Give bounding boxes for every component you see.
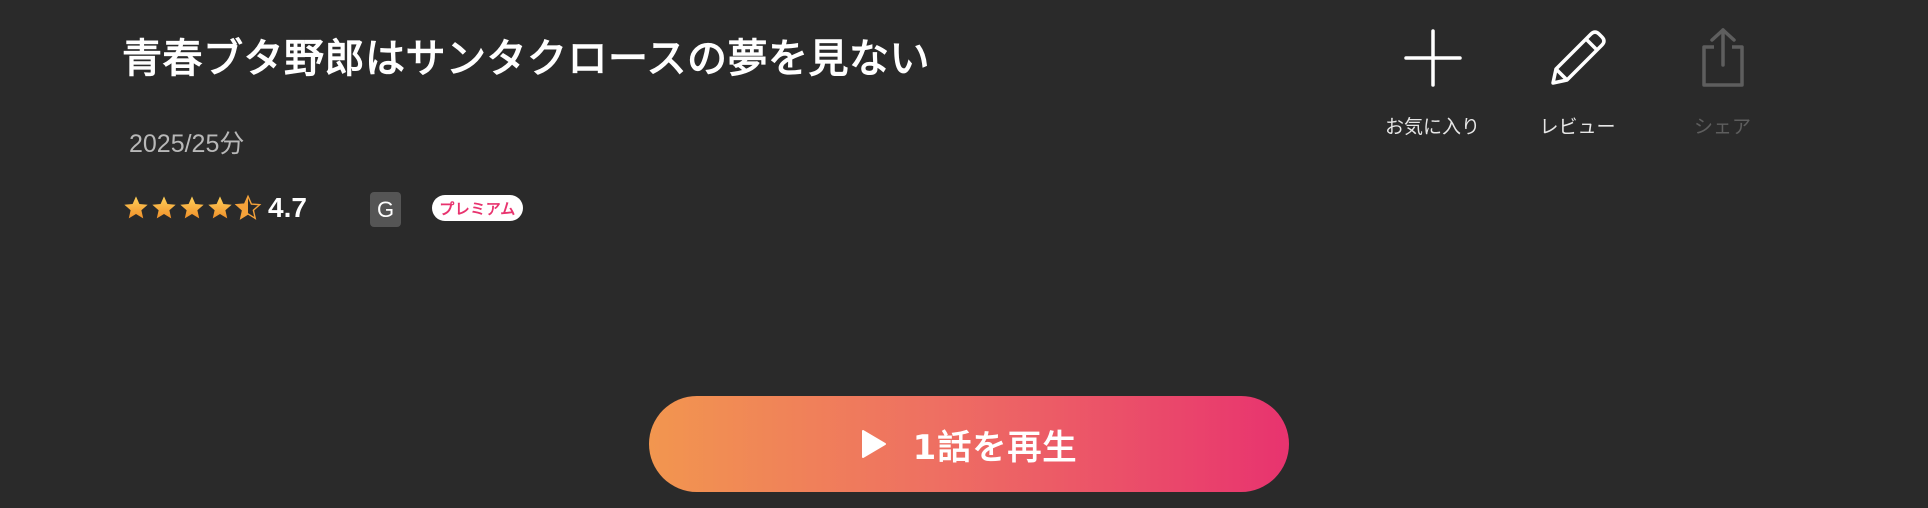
pencil-icon — [1546, 26, 1610, 90]
play-episode-button[interactable]: 1話を再生 — [649, 396, 1289, 492]
star-icon — [208, 196, 232, 219]
star-icon — [124, 196, 148, 219]
action-bar: お気に入り レビュー シェア — [1370, 26, 1785, 139]
premium-badge: プレミアム — [432, 195, 523, 221]
favorite-button[interactable]: お気に入り — [1370, 26, 1495, 139]
play-icon — [861, 430, 886, 458]
rating-value: 4.7 — [268, 192, 307, 223]
plus-icon — [1401, 26, 1465, 90]
rating: 4.7 — [122, 190, 307, 226]
review-label: レビュー — [1539, 116, 1616, 138]
page-title: 青春ブタ野郎はサンタクロースの夢を見ない — [122, 36, 930, 82]
release-info: 2025/25分 — [129, 130, 245, 158]
star-icon — [180, 196, 204, 219]
half-star-icon — [234, 194, 262, 220]
play-label: 1話を再生 — [912, 427, 1078, 468]
star-rating — [122, 194, 262, 222]
favorite-label: お気に入り — [1384, 116, 1480, 138]
review-button[interactable]: レビュー — [1515, 26, 1640, 139]
share-button[interactable]: シェア — [1660, 26, 1785, 139]
share-label: シェア — [1693, 116, 1751, 138]
age-rating-badge: G — [370, 192, 401, 227]
share-icon — [1691, 26, 1755, 90]
star-icon — [152, 196, 176, 219]
